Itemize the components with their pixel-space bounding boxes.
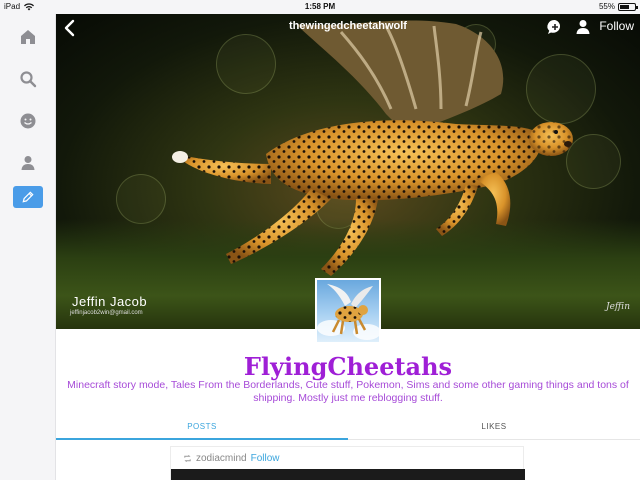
watermark-signature: Jeffin — [606, 302, 630, 312]
post-card: zodiacmind Follow — [170, 446, 525, 480]
ask-icon[interactable] — [546, 18, 564, 36]
search-icon — [20, 71, 37, 88]
sidebar-item-activity[interactable] — [14, 108, 42, 134]
activity-icon — [20, 113, 36, 129]
compose-icon — [22, 191, 34, 203]
profile-tabs: POSTS LIKES — [56, 416, 640, 440]
sidebar-item-account[interactable] — [14, 150, 42, 176]
sidebar-item-search[interactable] — [14, 66, 42, 92]
status-time: 1:58 PM — [304, 2, 336, 11]
tab-posts[interactable]: POSTS — [56, 416, 348, 440]
avatar[interactable] — [315, 278, 381, 344]
sidebar-nav — [0, 14, 56, 480]
blog-description: Minecraft story mode, Tales From the Bor… — [67, 379, 629, 404]
reblog-source[interactable]: zodiacmind — [196, 453, 247, 464]
status-bar: iPad 1:58 PM 55% — [0, 0, 640, 14]
blog-top-bar: thewingedcheetahwolf Follow — [56, 14, 640, 42]
battery-percent: 55% — [598, 2, 615, 11]
blog-title: FlyingCheetahs — [243, 352, 453, 381]
post-media[interactable] — [171, 469, 525, 480]
watermark-name: Jeffin Jacob — [72, 294, 148, 309]
account-icon — [21, 156, 35, 170]
reblog-header: zodiacmind Follow — [183, 453, 280, 464]
tab-likes[interactable]: LIKES — [348, 416, 640, 440]
battery-fill — [620, 4, 629, 9]
watermark-email: jeffinjacob2win@gmail.com — [70, 310, 143, 316]
battery-icon — [618, 2, 638, 11]
account-icon[interactable] — [574, 18, 592, 36]
follow-button[interactable]: Follow — [599, 19, 634, 33]
blog-view: Jeffin Jacob jeffinjacob2win@gmail.com J… — [56, 14, 640, 480]
sidebar-item-compose[interactable] — [13, 186, 43, 208]
home-icon — [21, 30, 35, 44]
post-follow-button[interactable]: Follow — [251, 453, 280, 464]
sidebar-item-home[interactable] — [14, 24, 42, 50]
reblog-icon — [184, 454, 191, 463]
avatar-winged-cheetah-image — [317, 284, 379, 340]
